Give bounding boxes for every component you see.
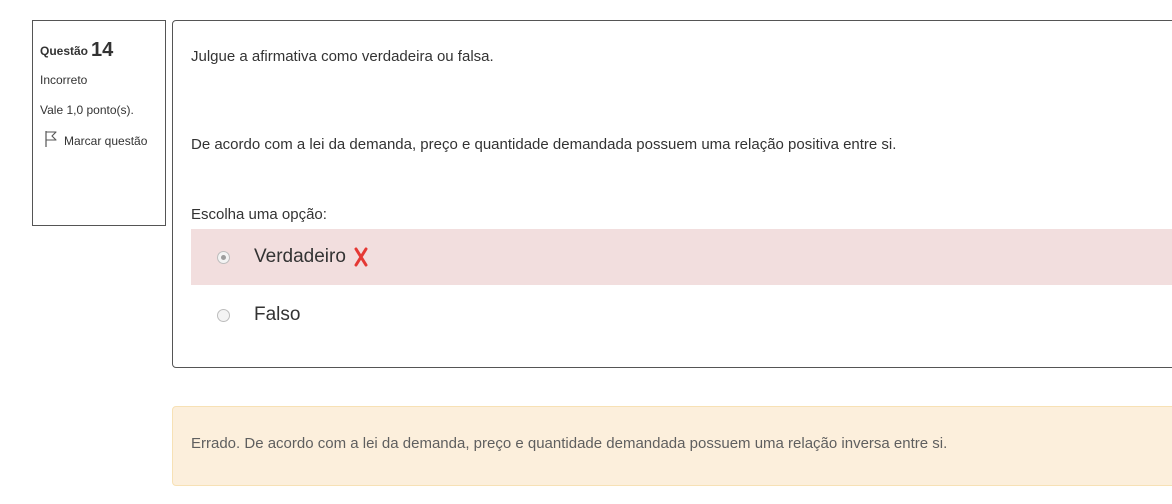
answer-option-falso[interactable]: Falso (191, 289, 1172, 341)
answer-label-falso: Falso (254, 304, 301, 325)
question-state: Incorreto (40, 73, 88, 87)
question-grade: Vale 1,0 ponto(s). (40, 103, 134, 117)
flag-question-link[interactable]: Marcar questão (40, 130, 161, 149)
question-statement: De acordo com a lei da demanda, preço e … (191, 136, 897, 153)
feedback-text: Errado. De acordo com a lei da demanda, … (191, 435, 948, 452)
answer-prompt: Escolha uma opção: (191, 206, 327, 223)
feedback-panel: Errado. De acordo com a lei da demanda, … (172, 406, 1172, 486)
question-number-heading: Questão 14 (40, 37, 161, 64)
answer-option-verdadeiro[interactable]: Verdadeiro (191, 229, 1172, 285)
question-content: Julgue a afirmativa como verdadeira ou f… (172, 20, 1172, 368)
cross-icon (354, 247, 368, 267)
answer-label-verdadeiro: Verdadeiro (254, 246, 346, 267)
flag-question-label: Marcar questão (64, 134, 148, 148)
question-number: 14 (91, 39, 114, 61)
radio-verdadeiro[interactable] (217, 250, 230, 264)
question-label: Questão (40, 44, 89, 58)
question-instruction: Julgue a afirmativa como verdadeira ou f… (191, 48, 494, 65)
question-info-panel: Questão 14 Incorreto Vale 1,0 ponto(s). M… (32, 20, 166, 226)
flag-icon (45, 131, 57, 147)
radio-falso[interactable] (217, 308, 230, 322)
